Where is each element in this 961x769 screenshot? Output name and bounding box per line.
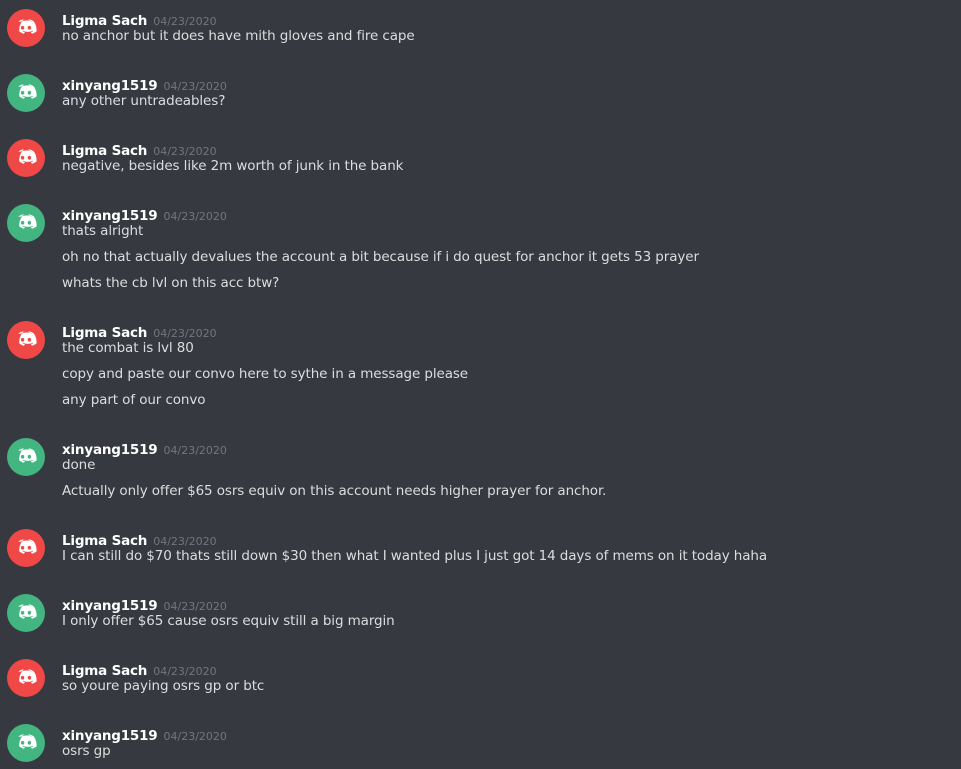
message-text: oh no that actually devalues the account… [62, 249, 699, 265]
username[interactable]: Ligma Sach [62, 13, 147, 29]
avatar[interactable] [7, 204, 45, 242]
timestamp: 04/23/2020 [153, 15, 217, 28]
message-text: so youre paying osrs gp or btc [62, 678, 265, 694]
message-text: copy and paste our convo here to sythe i… [62, 366, 469, 382]
username[interactable]: Ligma Sach [62, 143, 147, 159]
timestamp: 04/23/2020 [153, 535, 217, 548]
avatar[interactable] [7, 438, 45, 476]
message-text: done [62, 457, 96, 473]
avatar[interactable] [7, 659, 45, 697]
timestamp: 04/23/2020 [163, 730, 227, 743]
username[interactable]: xinyang1519 [62, 598, 158, 614]
username[interactable]: xinyang1519 [62, 208, 158, 224]
message-text: the combat is lvl 80 [62, 340, 194, 356]
discord-logo-icon [7, 204, 45, 242]
discord-logo-icon [7, 724, 45, 762]
timestamp: 04/23/2020 [153, 327, 217, 340]
message-text: any other untradeables? [62, 93, 226, 109]
message-text: negative, besides like 2m worth of junk … [62, 158, 404, 174]
timestamp: 04/23/2020 [153, 665, 217, 678]
discord-logo-icon [7, 321, 45, 359]
message-text: whats the cb lvl on this acc btw? [62, 275, 280, 291]
message-text: I can still do $70 thats still down $30 … [62, 548, 768, 564]
discord-logo-icon [7, 139, 45, 177]
discord-logo-icon [7, 74, 45, 112]
avatar[interactable] [7, 74, 45, 112]
discord-logo-icon [7, 529, 45, 567]
discord-logo-icon [7, 659, 45, 697]
username[interactable]: Ligma Sach [62, 325, 147, 341]
avatar[interactable] [7, 321, 45, 359]
discord-logo-icon [7, 9, 45, 47]
username[interactable]: Ligma Sach [62, 663, 147, 679]
timestamp: 04/23/2020 [163, 80, 227, 93]
message-text: osrs gp [62, 743, 111, 759]
timestamp: 04/23/2020 [163, 600, 227, 613]
timestamp: 04/23/2020 [163, 210, 227, 223]
username[interactable]: xinyang1519 [62, 728, 158, 744]
username[interactable]: xinyang1519 [62, 442, 158, 458]
discord-logo-icon [7, 438, 45, 476]
message-text: Actually only offer $65 osrs equiv on th… [62, 483, 607, 499]
username[interactable]: Ligma Sach [62, 533, 147, 549]
chat-message-list: Ligma Sach 04/23/2020 no anchor but it doe… [0, 0, 961, 769]
discord-logo-icon [7, 594, 45, 632]
avatar[interactable] [7, 724, 45, 762]
avatar[interactable] [7, 594, 45, 632]
timestamp: 04/23/2020 [153, 145, 217, 158]
avatar[interactable] [7, 139, 45, 177]
message-text: thats alright [62, 223, 144, 239]
message-text: no anchor but it does have mith gloves a… [62, 28, 415, 44]
avatar[interactable] [7, 529, 45, 567]
message-text: I only offer $65 cause osrs equiv still … [62, 613, 395, 629]
username[interactable]: xinyang1519 [62, 78, 158, 94]
timestamp: 04/23/2020 [163, 444, 227, 457]
avatar[interactable] [7, 9, 45, 47]
message-text: any part of our convo [62, 392, 206, 408]
